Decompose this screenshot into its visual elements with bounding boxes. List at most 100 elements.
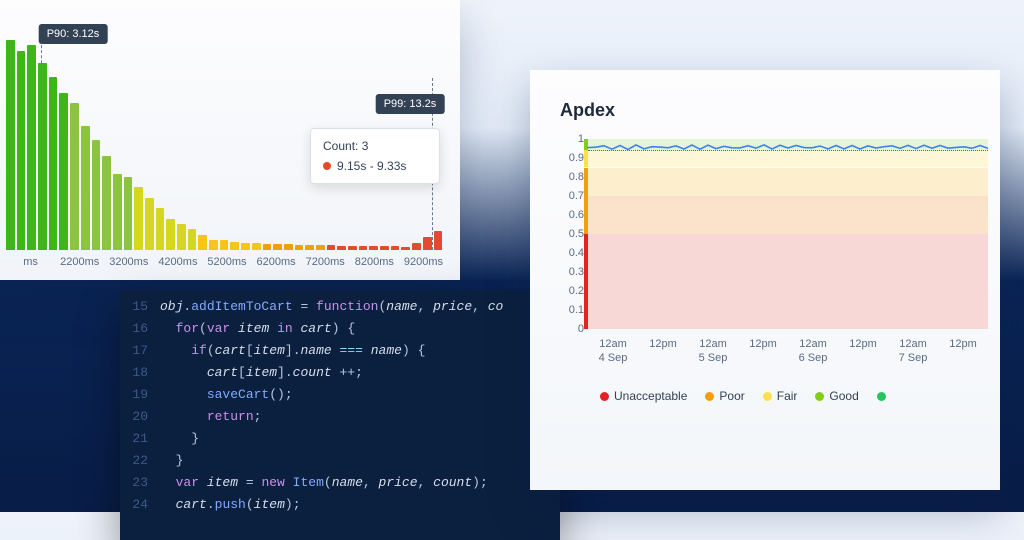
apdex-legend-item: Poor xyxy=(705,389,744,403)
histogram-bar[interactable] xyxy=(220,240,229,251)
line-number: 22 xyxy=(120,450,160,472)
histogram-bar[interactable] xyxy=(305,245,314,250)
histogram-x-axis: ms2200ms3200ms4200ms5200ms6200ms7200ms82… xyxy=(6,256,448,274)
histogram-bar[interactable] xyxy=(209,240,218,251)
histogram-bar[interactable] xyxy=(145,198,154,251)
apdex-plot[interactable]: 10.90.80.70.60.50.40.30.20.10 xyxy=(588,139,988,329)
apdex-y-tick: 0.3 xyxy=(560,266,584,278)
histogram-bar[interactable] xyxy=(166,219,175,251)
histogram-bar[interactable] xyxy=(284,244,293,250)
histogram-x-tick: 8200ms xyxy=(350,256,399,274)
code-line[interactable]: 15obj.addItemToCart = function(name, pri… xyxy=(120,296,560,318)
histogram-bar[interactable] xyxy=(188,229,197,250)
line-number: 21 xyxy=(120,428,160,450)
histogram-bar[interactable] xyxy=(327,245,336,250)
histogram-bar[interactable] xyxy=(81,126,90,250)
histogram-bar[interactable] xyxy=(273,244,282,250)
code-line[interactable]: 18 cart[item].count ++; xyxy=(120,362,560,384)
code-editor-panel[interactable]: 15obj.addItemToCart = function(name, pri… xyxy=(120,290,560,540)
histogram-bar[interactable] xyxy=(252,243,261,250)
tooltip-dot-icon xyxy=(323,162,331,170)
apdex-y-tick: 1 xyxy=(560,133,584,145)
histogram-bar[interactable] xyxy=(380,246,389,250)
code-line[interactable]: 17 if(cart[item].name === name) { xyxy=(120,340,560,362)
histogram-bar[interactable] xyxy=(263,244,272,250)
code-line[interactable]: 23 var item = new Item(name, price, coun… xyxy=(120,472,560,494)
histogram-bar[interactable] xyxy=(412,243,421,250)
histogram-bar[interactable] xyxy=(49,77,58,250)
apdex-y-tick: 0.7 xyxy=(560,190,584,202)
histogram-bar[interactable] xyxy=(391,246,400,250)
apdex-legend: Unacceptable Poor Fair Good xyxy=(600,389,1000,403)
histogram-tooltip: Count: 3 9.15s - 9.33s xyxy=(310,128,440,184)
histogram-bar[interactable] xyxy=(401,247,410,250)
histogram-bar[interactable] xyxy=(198,235,207,250)
legend-swatch-icon xyxy=(815,392,824,401)
histogram-bar[interactable] xyxy=(337,246,346,250)
apdex-legend-item: Good xyxy=(815,389,858,403)
code-line[interactable]: 21 } xyxy=(120,428,560,450)
code-line[interactable]: 19 saveCart(); xyxy=(120,384,560,406)
apdex-x-tick: 12am6 Sep xyxy=(788,337,838,365)
apdex-x-tick: 12am7 Sep xyxy=(888,337,938,365)
histogram-bar[interactable] xyxy=(102,156,111,251)
histogram-bar[interactable] xyxy=(124,177,133,251)
histogram-bar[interactable] xyxy=(423,237,432,250)
histogram-bar[interactable] xyxy=(113,174,122,250)
histogram-bar[interactable] xyxy=(17,51,26,251)
code-text: if(cart[item].name === name) { xyxy=(160,340,425,362)
apdex-panel: Apdex 10.90.80.70.60.50.40.30.20.10 12am… xyxy=(530,70,1000,490)
apdex-title: Apdex xyxy=(560,100,1000,121)
histogram-bar[interactable] xyxy=(70,103,79,250)
legend-label: Fair xyxy=(777,389,798,403)
line-number: 16 xyxy=(120,318,160,340)
apdex-y-tick: 0.4 xyxy=(560,247,584,259)
apdex-x-tick: 12pm xyxy=(638,337,688,365)
histogram-bar[interactable] xyxy=(177,224,186,250)
histogram-bar[interactable] xyxy=(156,208,165,250)
apdex-y-tick: 0.8 xyxy=(560,171,584,183)
histogram-bar[interactable] xyxy=(359,246,368,250)
histogram-bar[interactable] xyxy=(369,246,378,250)
histogram-bar[interactable] xyxy=(241,243,250,250)
legend-label: Poor xyxy=(719,389,744,403)
apdex-y-tick: 0.2 xyxy=(560,285,584,297)
code-text: obj.addItemToCart = function(name, price… xyxy=(160,296,503,318)
histogram-bar[interactable] xyxy=(230,242,239,250)
histogram-bar[interactable] xyxy=(316,245,325,250)
apdex-band xyxy=(588,234,988,329)
code-text: cart[item].count ++; xyxy=(160,362,363,384)
histogram-bar[interactable] xyxy=(59,93,68,251)
code-text: } xyxy=(160,450,183,472)
legend-swatch-icon xyxy=(877,392,886,401)
apdex-legend-item: Fair xyxy=(763,389,798,403)
histogram-bar[interactable] xyxy=(134,187,143,250)
legend-swatch-icon xyxy=(600,392,609,401)
histogram-bar[interactable] xyxy=(6,40,15,250)
histogram-bar[interactable] xyxy=(27,45,36,250)
code-line[interactable]: 16 for(var item in cart) { xyxy=(120,318,560,340)
latency-histogram-panel: P90: 3.12s P99: 13.2s Count: 3 9.15s - 9… xyxy=(0,0,460,280)
code-text: } xyxy=(160,428,199,450)
histogram-x-tick: 3200ms xyxy=(104,256,153,274)
apdex-legend-item: Unacceptable xyxy=(600,389,687,403)
line-number: 24 xyxy=(120,494,160,516)
code-line[interactable]: 20 return; xyxy=(120,406,560,428)
apdex-y-tick: 0.6 xyxy=(560,209,584,221)
apdex-threshold-bar xyxy=(584,168,588,235)
histogram-bar[interactable] xyxy=(434,231,443,250)
histogram-bar[interactable] xyxy=(348,246,357,250)
line-number: 18 xyxy=(120,362,160,384)
histogram-bar[interactable] xyxy=(38,63,47,250)
histogram-x-tick: 5200ms xyxy=(202,256,251,274)
apdex-x-tick: 12pm xyxy=(938,337,988,365)
line-number: 17 xyxy=(120,340,160,362)
histogram-x-tick: 9200ms xyxy=(399,256,448,274)
histogram-bar[interactable] xyxy=(295,245,304,250)
code-line[interactable]: 24 cart.push(item); xyxy=(120,494,560,516)
apdex-band xyxy=(588,168,988,197)
apdex-legend-item xyxy=(877,392,886,401)
legend-swatch-icon xyxy=(763,392,772,401)
code-line[interactable]: 22 } xyxy=(120,450,560,472)
histogram-bar[interactable] xyxy=(92,140,101,250)
